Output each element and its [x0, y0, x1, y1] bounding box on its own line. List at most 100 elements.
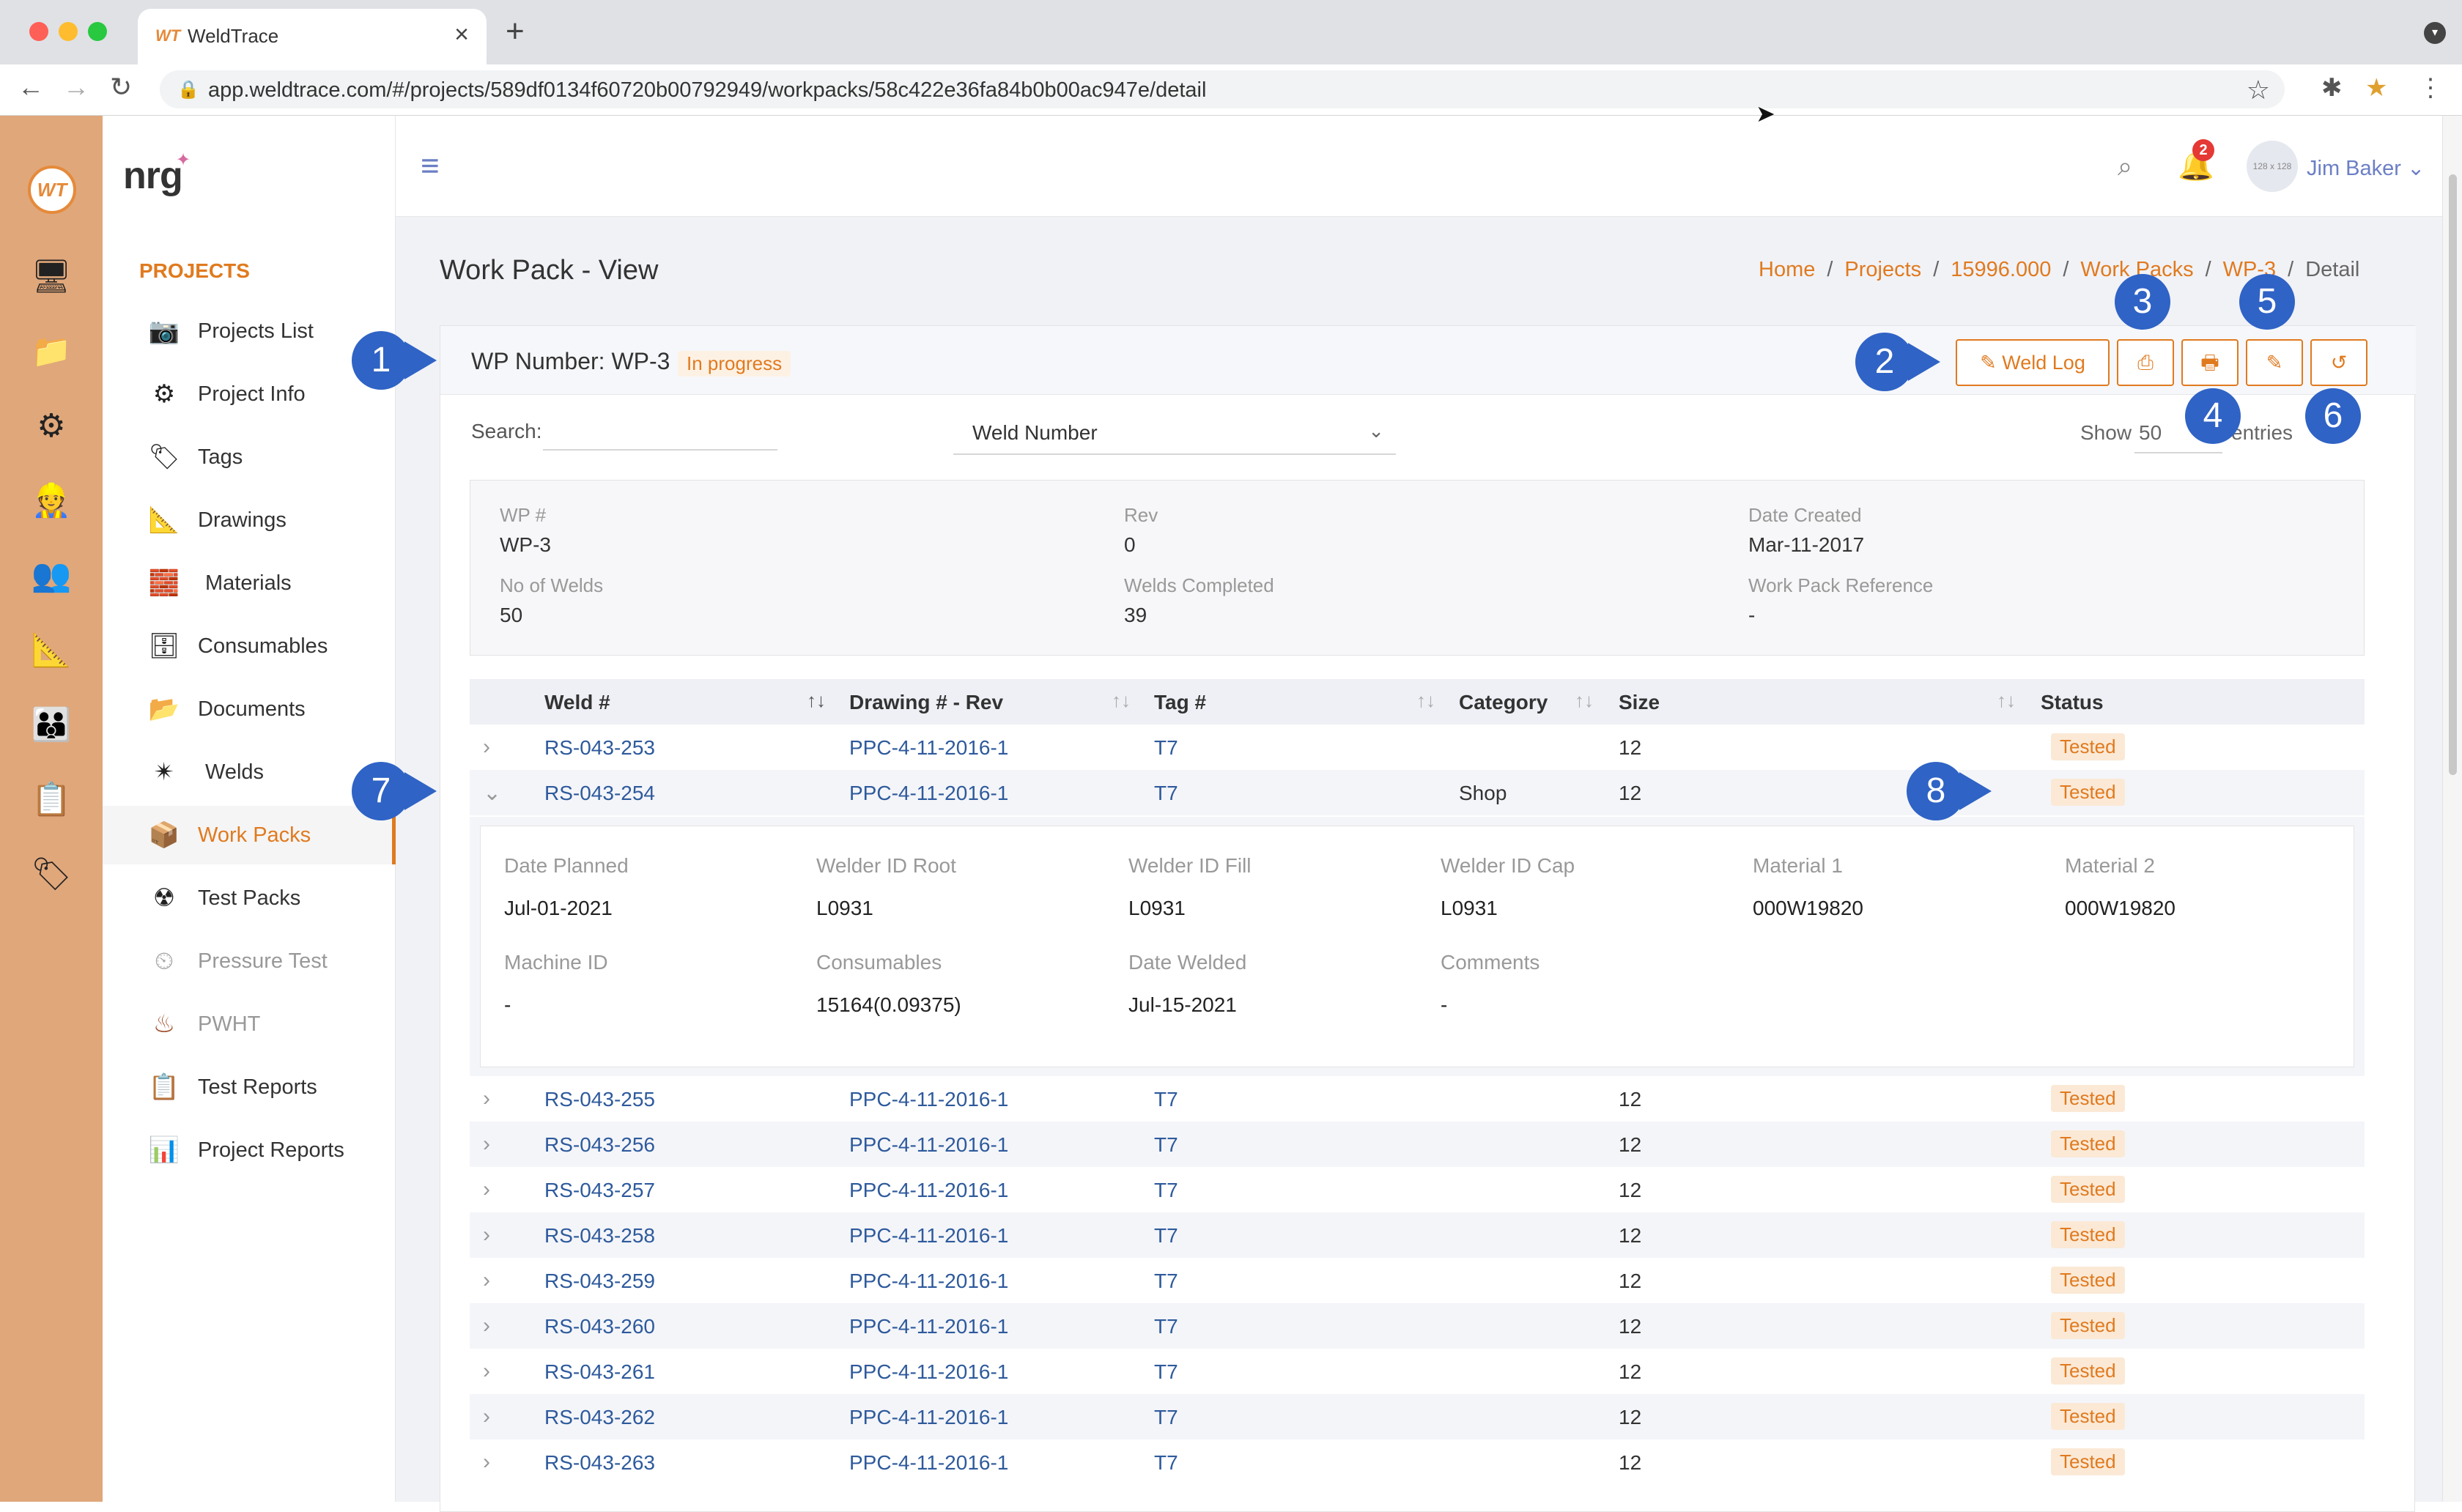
weld-link[interactable]: RS-043-253	[544, 736, 655, 760]
page-scrollbar[interactable]	[2442, 116, 2462, 1502]
weld-link[interactable]: RS-043-256	[544, 1133, 655, 1157]
chevron-right-icon[interactable]: ›	[483, 1177, 490, 1202]
reload-icon[interactable]: ↻	[110, 72, 132, 103]
team-icon[interactable]: 👪	[29, 703, 73, 747]
breadcrumb-project[interactable]: 15996.000	[1951, 258, 2051, 281]
sort-icon[interactable]: ↑↓	[1112, 689, 1131, 712]
tag-link[interactable]: T7	[1154, 1088, 1178, 1111]
tag-link[interactable]: T7	[1154, 736, 1178, 760]
print-button[interactable]: 🖶	[2181, 339, 2239, 386]
table-row[interactable]: › RS-043-256 PPC-4-11-2016-1 T7 12 Teste…	[470, 1122, 2365, 1167]
chevron-right-icon[interactable]: ›	[483, 1086, 490, 1111]
breadcrumb-home[interactable]: Home	[1759, 258, 1815, 281]
chevron-right-icon[interactable]: ›	[483, 1450, 490, 1475]
minimize-window-button[interactable]	[59, 22, 78, 41]
column-header-category[interactable]: Category	[1459, 691, 1548, 714]
avatar[interactable]: 128 x 128	[2247, 141, 2298, 192]
weld-link[interactable]: RS-043-260	[544, 1315, 655, 1338]
history-button[interactable]: ↺	[2310, 339, 2367, 386]
tag-link[interactable]: T7	[1154, 1451, 1178, 1475]
drawing-link[interactable]: PPC-4-11-2016-1	[849, 736, 1008, 760]
table-row[interactable]: › RS-043-262 PPC-4-11-2016-1 T7 12 Teste…	[470, 1394, 2365, 1439]
settings-clipboard-icon[interactable]: ⚙	[29, 404, 73, 448]
edit-button[interactable]: ✎	[2246, 339, 2303, 386]
folder-settings-icon[interactable]: 📁	[29, 330, 73, 374]
sidebar-item-consumables[interactable]: 🗄 Consumables	[103, 617, 396, 675]
sidebar-item-materials[interactable]: 🧱 Materials	[103, 554, 396, 612]
column-header-drawing[interactable]: Drawing # - Rev	[849, 691, 1003, 714]
table-row[interactable]: › RS-043-260 PPC-4-11-2016-1 T7 12 Teste…	[470, 1303, 2365, 1349]
chevron-right-icon[interactable]: ›	[483, 735, 490, 760]
sidebar-item-documents[interactable]: 📂 Documents	[103, 680, 396, 738]
weld-link[interactable]: RS-043-261	[544, 1360, 655, 1384]
sidebar-item-project-info[interactable]: ⚙ Project Info	[103, 365, 396, 423]
table-row[interactable]: › RS-043-259 PPC-4-11-2016-1 T7 12 Teste…	[470, 1258, 2365, 1303]
tag-link[interactable]: T7	[1154, 1133, 1178, 1157]
welder-icon[interactable]: 👷	[29, 479, 73, 523]
tag-link[interactable]: T7	[1154, 1406, 1178, 1429]
blueprint-icon[interactable]: 📐	[29, 629, 73, 672]
weld-link[interactable]: RS-043-259	[544, 1270, 655, 1293]
weld-link[interactable]: RS-043-262	[544, 1406, 655, 1429]
extensions-puzzle-icon[interactable]: ✱	[2321, 73, 2343, 103]
address-bar[interactable]: 🔒 app.weldtrace.com/#/projects/589df0134…	[160, 70, 2285, 108]
search-input[interactable]	[543, 414, 777, 451]
sidebar-item-drawings[interactable]: 📐 Drawings	[103, 491, 396, 549]
table-row[interactable]: › RS-043-253 PPC-4-11-2016-1 T7 12 Teste…	[470, 724, 2365, 770]
sidebar-item-test-packs[interactable]: ☢ Test Packs	[103, 869, 396, 927]
browser-tab[interactable]: WT WeldTrace ×	[138, 9, 487, 64]
print-list-button[interactable]: ⎙	[2117, 339, 2174, 386]
tab-search-icon[interactable]: ▾	[2424, 22, 2446, 44]
tag-link[interactable]: T7	[1154, 782, 1178, 805]
table-row[interactable]: ⌄ RS-043-254 PPC-4-11-2016-1 T7 Shop 12 …	[470, 770, 2365, 815]
drawing-link[interactable]: PPC-4-11-2016-1	[849, 1179, 1008, 1202]
search-field-select[interactable]: Weld Number ⌄	[953, 414, 1396, 455]
search-icon[interactable]: ⌕	[2118, 151, 2132, 182]
column-header-status[interactable]: Status	[2041, 691, 2104, 714]
weld-link[interactable]: RS-043-255	[544, 1088, 655, 1111]
back-arrow-icon[interactable]: ←	[18, 72, 44, 103]
close-window-button[interactable]	[29, 22, 48, 41]
chevron-right-icon[interactable]: ›	[483, 1313, 490, 1338]
chevron-right-icon[interactable]: ›	[483, 1268, 490, 1293]
drawing-link[interactable]: PPC-4-11-2016-1	[849, 1360, 1008, 1384]
scrollbar-thumb[interactable]	[2449, 174, 2457, 775]
drawing-link[interactable]: PPC-4-11-2016-1	[849, 1088, 1008, 1111]
column-header-tag[interactable]: Tag #	[1154, 691, 1206, 714]
bookmark-star-icon[interactable]: ☆	[2247, 75, 2270, 105]
badge-icon[interactable]: 🏷	[29, 853, 73, 897]
sort-icon[interactable]: ↑↓	[1997, 689, 2016, 712]
browser-menu-icon[interactable]: ⋮	[2418, 73, 2443, 103]
drawing-link[interactable]: PPC-4-11-2016-1	[849, 1270, 1008, 1293]
weld-link[interactable]: RS-043-258	[544, 1224, 655, 1248]
tag-link[interactable]: T7	[1154, 1315, 1178, 1338]
weldtrace-logo[interactable]: WT	[28, 166, 76, 214]
hamburger-menu-icon[interactable]: ≡	[421, 148, 440, 185]
drawing-link[interactable]: PPC-4-11-2016-1	[849, 1224, 1008, 1248]
tag-link[interactable]: T7	[1154, 1270, 1178, 1293]
breadcrumb-projects[interactable]: Projects	[1844, 258, 1921, 281]
weld-log-button[interactable]: ✎ Weld Log	[1956, 339, 2110, 386]
tag-link[interactable]: T7	[1154, 1224, 1178, 1248]
table-row[interactable]: › RS-043-263 PPC-4-11-2016-1 T7 12 Teste…	[470, 1439, 2365, 1485]
weld-link[interactable]: RS-043-257	[544, 1179, 655, 1202]
new-tab-button[interactable]: +	[506, 13, 525, 50]
sidebar-item-tags[interactable]: 🏷 Tags	[103, 428, 396, 486]
task-clock-icon[interactable]: 📋	[29, 778, 73, 822]
sidebar-item-pwht[interactable]: ♨ PWHT	[103, 995, 396, 1053]
weld-link[interactable]: RS-043-263	[544, 1451, 655, 1475]
tag-link[interactable]: T7	[1154, 1179, 1178, 1202]
drawing-link[interactable]: PPC-4-11-2016-1	[849, 782, 1008, 805]
column-header-size[interactable]: Size	[1619, 691, 1660, 714]
tag-link[interactable]: T7	[1154, 1360, 1178, 1384]
chevron-right-icon[interactable]: ›	[483, 1359, 490, 1384]
sort-icon[interactable]: ↑↓	[1575, 689, 1594, 712]
sidebar-item-project-reports[interactable]: 📊 Project Reports	[103, 1121, 396, 1179]
table-row[interactable]: › RS-043-257 PPC-4-11-2016-1 T7 12 Teste…	[470, 1167, 2365, 1212]
sidebar-item-pressure-test[interactable]: ⏲ Pressure Test	[103, 932, 396, 990]
chevron-right-icon[interactable]: ›	[483, 1404, 490, 1429]
sidebar-item-work-packs[interactable]: 📦 Work Packs	[103, 806, 396, 864]
drawing-link[interactable]: PPC-4-11-2016-1	[849, 1133, 1008, 1157]
sidebar-item-projects-list[interactable]: 📷 Projects List	[103, 302, 396, 360]
drawing-link[interactable]: PPC-4-11-2016-1	[849, 1406, 1008, 1429]
